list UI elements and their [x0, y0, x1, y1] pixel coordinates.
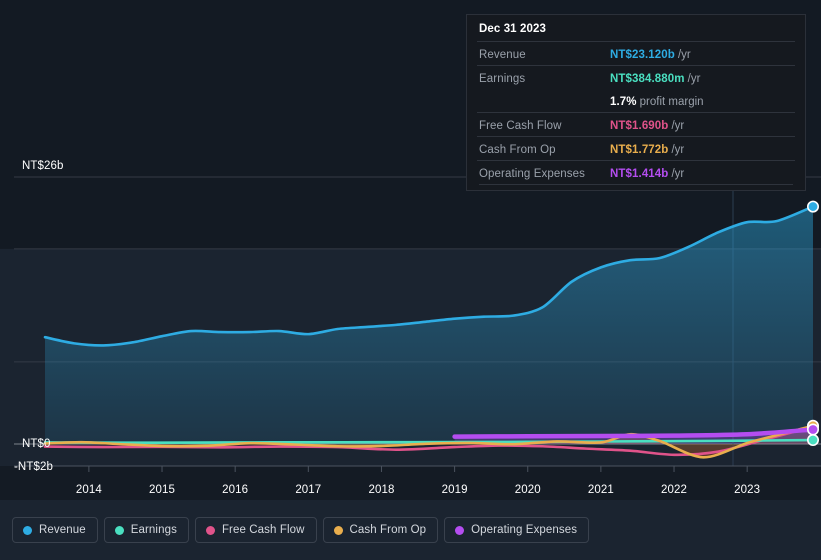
- chart-legend[interactable]: Revenue Earnings Free Cash Flow Cash From O…: [12, 517, 590, 543]
- endpoint-marker-earnings[interactable]: [806, 434, 819, 447]
- x-axis-label-2022: 2022: [661, 484, 687, 496]
- tooltip-row: Earnings NT$384.880m/yr: [477, 65, 795, 89]
- tooltip-row-value: NT$1.690b: [610, 120, 669, 132]
- tooltip-row-label: Operating Expenses: [479, 168, 586, 180]
- legend-item-free-cash-flow[interactable]: Free Cash Flow: [194, 517, 317, 543]
- legend-color-dot-icon: [114, 525, 124, 535]
- x-axis-label-2019: 2019: [441, 484, 468, 496]
- legend-color-dot-icon: [455, 525, 465, 535]
- legend-item-label: Earnings: [130, 524, 177, 536]
- legend-item-operating-expenses[interactable]: Operating Expenses: [444, 517, 590, 543]
- tooltip-row-value: 1.7%: [610, 96, 637, 108]
- tooltip-row-value-wrap: 1.7% profit margin: [610, 92, 704, 110]
- tooltip-row-value-wrap: NT$23.120b/yr: [610, 45, 691, 63]
- tooltip-row-value: NT$1.772b: [610, 144, 669, 156]
- tooltip-row-label: Earnings: [479, 73, 526, 85]
- legend-item-label: Revenue: [39, 524, 86, 536]
- x-axis-label-2020: 2020: [514, 484, 541, 496]
- tooltip-bottom-divider: [479, 184, 793, 185]
- x-axis-label-2021: 2021: [587, 484, 614, 496]
- tooltip-row: Revenue NT$23.120b/yr: [477, 41, 795, 65]
- tooltip-row: Cash From Op NT$1.772b/yr: [477, 136, 795, 160]
- legend-item-label: Free Cash Flow: [221, 524, 305, 536]
- x-axis-label-2014: 2014: [75, 484, 102, 496]
- tooltip-row: Operating Expenses NT$1.414b/yr: [477, 160, 795, 184]
- tooltip-row: Free Cash Flow NT$1.690b/yr: [477, 112, 795, 136]
- tooltip-row-label: Free Cash Flow: [479, 120, 562, 132]
- legend-item-earnings[interactable]: Earnings: [103, 517, 189, 543]
- tooltip-row-value-wrap: NT$1.414b/yr: [610, 164, 684, 182]
- tooltip-row-suffix: /yr: [687, 73, 701, 85]
- legend-item-revenue[interactable]: Revenue: [12, 517, 98, 543]
- financial-chart-screenshot: NT$26b NT$0 -NT$2b 2014 2015 2016 2017 2018 2…: [0, 0, 821, 560]
- tooltip-row-value-wrap: NT$1.690b/yr: [610, 116, 684, 134]
- legend-color-dot-icon: [333, 525, 343, 535]
- legend-item-label: Operating Expenses: [471, 524, 578, 536]
- data-tooltip: Dec 31 2023 Revenue NT$23.120b/yr Earnings…: [466, 14, 806, 191]
- legend-item-label: Cash From Op: [349, 524, 427, 536]
- y-axis-label-zero: NT$0: [22, 438, 51, 450]
- endpoint-marker-operating-expenses[interactable]: [806, 423, 819, 436]
- x-axis-label-2015: 2015: [149, 484, 175, 496]
- tooltip-row: 1.7% profit margin: [477, 89, 795, 112]
- tooltip-row-value: NT$23.120b: [610, 49, 675, 61]
- endpoint-marker-revenue[interactable]: [806, 200, 819, 213]
- legend-color-dot-icon: [23, 525, 32, 535]
- legend-color-dot-icon: [205, 525, 215, 535]
- x-axis-label-2016: 2016: [222, 484, 249, 496]
- tooltip-row-suffix: /yr: [677, 49, 691, 61]
- tooltip-row-label: Revenue: [479, 49, 526, 61]
- tooltip-row-value-wrap: NT$1.772b/yr: [610, 140, 684, 158]
- tooltip-row-label: Cash From Op: [479, 144, 556, 156]
- legend-item-cash-from-op[interactable]: Cash From Op: [322, 517, 439, 543]
- tooltip-row-suffix: /yr: [671, 168, 685, 180]
- tooltip-row-value: NT$1.414b: [610, 168, 669, 180]
- y-axis-label-top: NT$26b: [22, 160, 64, 172]
- tooltip-date: Dec 31 2023: [479, 23, 546, 35]
- tooltip-row-suffix: /yr: [671, 144, 685, 156]
- x-axis-label-2018: 2018: [368, 484, 395, 496]
- x-axis-label-2017: 2017: [295, 484, 322, 496]
- tooltip-row-suffix: /yr: [671, 120, 685, 132]
- tooltip-row-suffix: profit margin: [639, 96, 704, 108]
- tooltip-rows: Revenue NT$23.120b/yr Earnings NT$384.880m /…: [477, 41, 795, 184]
- tooltip-row-value: NT$384.880m: [610, 73, 685, 85]
- x-axis-label-2023: 2023: [734, 484, 761, 496]
- tooltip-row-value-wrap: NT$384.880m/yr: [610, 69, 700, 87]
- y-axis-label-bottom: -NT$2b: [14, 461, 53, 473]
